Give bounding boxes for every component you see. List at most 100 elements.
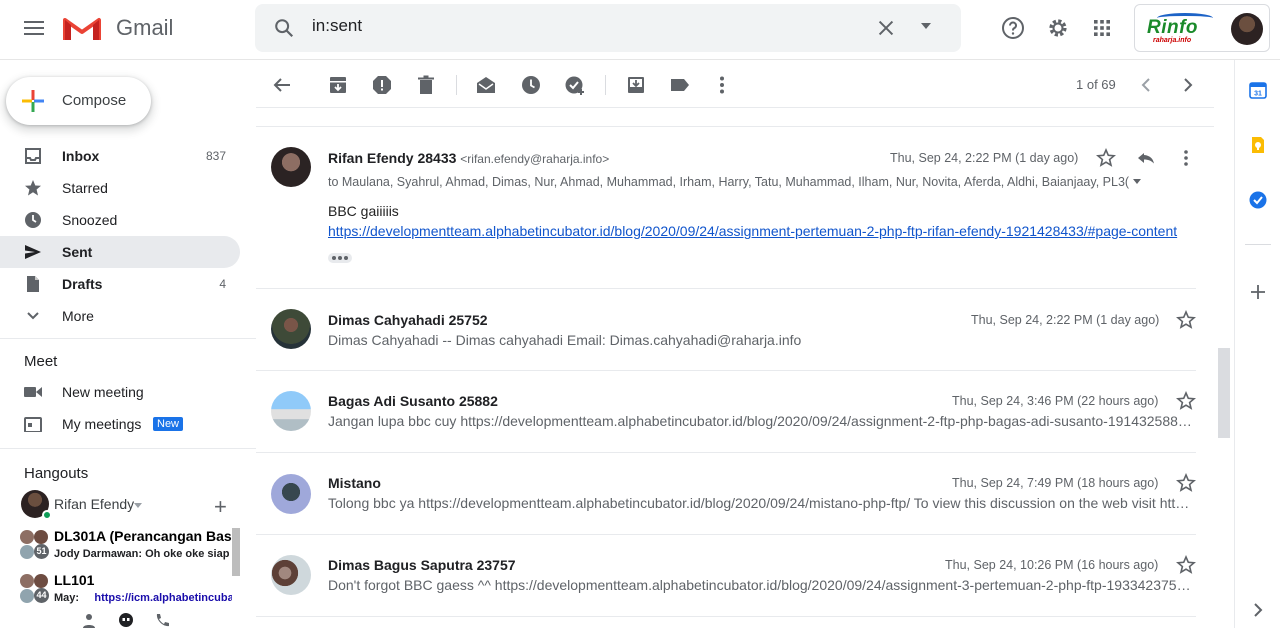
move-to-icon[interactable] <box>625 74 647 96</box>
search-input[interactable] <box>312 16 812 36</box>
account-avatar[interactable] <box>1231 13 1263 45</box>
toolbar-separator <box>605 75 606 95</box>
draft-icon <box>27 276 39 292</box>
side-panel: 31 <box>1234 60 1280 628</box>
label-tag-icon[interactable] <box>669 74 691 96</box>
hangouts-user[interactable]: Rifan Efendy + <box>0 490 256 522</box>
sidebar-item-starred[interactable]: Starred <box>0 172 240 204</box>
add-to-tasks-icon[interactable] <box>564 74 586 96</box>
message-body: BBC gaiiiiis <box>328 203 399 219</box>
left-sidebar: Compose Inbox 837 Starred Snoozed Sent D… <box>0 60 256 628</box>
help-icon[interactable] <box>1000 15 1026 41</box>
sender-avatar[interactable] <box>271 147 311 187</box>
meet-heading: Meet <box>24 353 58 370</box>
sender-avatar[interactable] <box>271 555 311 595</box>
participant-count-badge: 51 <box>34 544 49 559</box>
message-date: Thu, Sep 24, 7:49 PM (18 hours ago) <box>952 476 1159 490</box>
compose-plus-icon <box>22 90 44 112</box>
message-date: Thu, Sep 24, 3:46 PM (22 hours ago) <box>952 394 1159 408</box>
sidebar-item-snoozed[interactable]: Snoozed <box>0 204 240 236</box>
sender-avatar[interactable] <box>271 309 311 349</box>
svg-text:31: 31 <box>1254 91 1262 98</box>
hide-side-panel-chevron-icon[interactable] <box>1248 600 1268 620</box>
collapsed-message[interactable]: Dimas Cahyahadi 25752 Thu, Sep 24, 2:22 … <box>256 289 1214 371</box>
main-scrollbar-thumb[interactable] <box>1218 348 1230 438</box>
mark-unread-icon[interactable] <box>475 74 497 96</box>
message-snippet: Tolong bbc ya https://developmentteam.al… <box>328 495 1196 511</box>
google-keep-icon[interactable] <box>1248 135 1268 155</box>
clear-search-icon[interactable] <box>875 17 897 39</box>
star-icon[interactable] <box>1176 310 1196 330</box>
collapsed-message[interactable]: Dimas Bagus Saputra 23757 Thu, Sep 24, 1… <box>256 535 1214 617</box>
google-tasks-icon[interactable] <box>1248 190 1268 210</box>
hangouts-chat-icon[interactable] <box>117 612 135 628</box>
show-details-caret-icon[interactable] <box>1133 179 1141 184</box>
star-icon[interactable] <box>1096 148 1116 168</box>
search-bar[interactable] <box>255 4 961 52</box>
divider <box>0 448 256 449</box>
reply-icon[interactable] <box>1136 148 1156 168</box>
compose-button[interactable]: Compose <box>6 77 151 125</box>
search-options-caret-icon[interactable] <box>921 23 931 29</box>
report-spam-icon[interactable] <box>371 74 393 96</box>
gmail-logo[interactable]: Gmail <box>63 14 173 42</box>
side-panel-divider <box>1245 244 1271 245</box>
more-vertical-icon[interactable] <box>1176 148 1196 168</box>
message-toolbar: 1 of 69 <box>256 60 1214 108</box>
recipients-line: to Maulana, Syahrul, Ahmad, Dimas, Nur, … <box>328 175 1130 189</box>
archive-icon[interactable] <box>327 74 349 96</box>
person-icon[interactable] <box>80 612 98 628</box>
sender-avatar[interactable] <box>271 391 311 431</box>
sidebar-item-sent[interactable]: Sent <box>0 236 240 268</box>
top-bar: Gmail Rinfo raharja.info <box>0 0 1280 60</box>
collapsed-message[interactable]: Mistano Thu, Sep 24, 7:49 PM (18 hours a… <box>256 452 1214 535</box>
sender-name: Dimas Bagus Saputra 23757 <box>328 557 516 573</box>
conversation-link[interactable]: https://icm.alphabetincuba <box>94 592 232 604</box>
next-page-icon[interactable] <box>1176 74 1198 96</box>
sidebar-scrollbar[interactable] <box>232 528 240 576</box>
apps-grid-icon[interactable] <box>1089 15 1115 41</box>
gmail-m-icon <box>63 18 101 40</box>
status-caret-icon[interactable] <box>134 503 142 508</box>
video-camera-icon <box>24 387 42 397</box>
phone-icon[interactable] <box>154 612 172 628</box>
online-status-dot <box>42 510 52 520</box>
get-addons-plus-icon[interactable] <box>1248 282 1268 302</box>
sender-avatar[interactable] <box>271 474 311 514</box>
star-icon[interactable] <box>1176 473 1196 493</box>
pagination-count: 1 of 69 <box>1076 77 1116 92</box>
new-badge: New <box>153 417 184 431</box>
google-calendar-icon[interactable]: 31 <box>1248 80 1268 100</box>
main-menu-button[interactable] <box>20 14 48 42</box>
snooze-clock-icon[interactable] <box>520 74 542 96</box>
message-link[interactable]: https://developmentteam.alphabetincubato… <box>328 223 1177 239</box>
delete-trash-icon[interactable] <box>415 74 437 96</box>
inbox-unread-count: 837 <box>205 149 226 163</box>
hangout-conversation[interactable]: 44 LL101 May: https://icm.alphabetincuba <box>0 566 256 610</box>
message-snippet: Jangan lupa bbc cuy https://developmentt… <box>328 413 1196 429</box>
hangout-conversation[interactable]: 51 DL301A (Perancangan Basis Jody Darmaw… <box>0 522 256 566</box>
add-conversation-plus-icon[interactable]: + <box>214 494 227 520</box>
search-icon[interactable] <box>273 17 295 39</box>
sidebar-item-more[interactable]: More <box>0 300 240 332</box>
my-meetings-button[interactable]: My meetings New <box>0 408 256 440</box>
star-icon[interactable] <box>1176 391 1196 411</box>
sidebar-item-drafts[interactable]: Drafts 4 <box>0 268 240 300</box>
account-switcher[interactable]: Rinfo raharja.info <box>1134 4 1270 52</box>
expanded-message[interactable]: Rifan Efendy 28433 <rifan.efendy@raharja… <box>256 127 1214 289</box>
sender-name: Mistano <box>328 475 381 491</box>
hangouts-heading: Hangouts <box>24 465 89 482</box>
back-arrow-icon[interactable] <box>271 74 293 96</box>
previous-page-icon[interactable] <box>1136 74 1158 96</box>
message-date: Thu, Sep 24, 2:22 PM (1 day ago) <box>971 313 1160 327</box>
calendar-icon <box>24 417 42 432</box>
collapsed-message[interactable]: Bagas Adi Susanto 25882 Thu, Sep 24, 3:4… <box>256 371 1214 453</box>
chevron-down-icon <box>27 312 39 320</box>
settings-gear-icon[interactable] <box>1045 15 1071 41</box>
new-meeting-button[interactable]: New meeting <box>0 376 256 408</box>
show-trimmed-content-button[interactable] <box>328 253 352 263</box>
sender-name[interactable]: Rifan Efendy 28433 <rifan.efendy@raharja… <box>328 150 609 166</box>
more-vertical-icon[interactable] <box>711 74 733 96</box>
star-icon[interactable] <box>1176 555 1196 575</box>
sidebar-item-inbox[interactable]: Inbox 837 <box>0 140 240 172</box>
